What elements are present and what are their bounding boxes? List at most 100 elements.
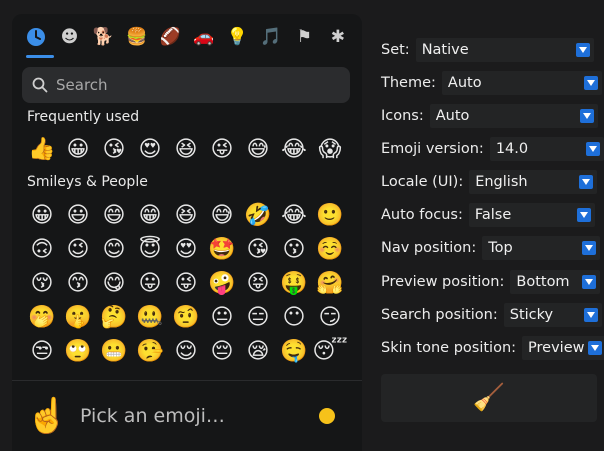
emoji-button[interactable]: 😘	[96, 133, 132, 167]
asterisk-icon: ✱	[330, 27, 346, 47]
nav-recent[interactable]	[24, 25, 48, 49]
emoji-button[interactable]: 😶	[276, 301, 312, 335]
select-value: Preview	[528, 340, 585, 356]
emoji-button[interactable]: 😑	[240, 301, 276, 335]
emoji-row: 😚 😙 😋 😛 😜 🤪 😝 🤑 🤗	[24, 267, 348, 301]
emoji-row: 😒 🙄 😬 🤥 😌 😔 😪 🤤 😴	[24, 335, 348, 369]
nav-objects[interactable]: 💡	[225, 25, 249, 49]
emoji-button[interactable]: 😂	[276, 133, 312, 167]
emoji-button[interactable]: 🤫	[60, 301, 96, 335]
setting-nav-position: Nav position: Top	[381, 236, 601, 260]
emoji-button[interactable]: 😆	[168, 199, 204, 233]
dropdown-arrow-icon	[579, 109, 594, 123]
emoji-button[interactable]: 😌	[168, 335, 204, 369]
emoji-button[interactable]: 😏	[312, 301, 348, 335]
setting-label: Locale (UI):	[381, 174, 464, 190]
nav-custom[interactable]: ✱	[326, 25, 350, 49]
skin-tone-button[interactable]	[319, 408, 335, 424]
nav-flags[interactable]: ⚑	[292, 25, 316, 49]
nav-travel[interactable]: 🚗	[192, 25, 216, 49]
emoji-button[interactable]: 🙃	[24, 233, 60, 267]
nav-symbols[interactable]: 🎵	[259, 25, 283, 49]
emoji-button[interactable]: 🤭	[24, 301, 60, 335]
auto-focus-select[interactable]: False	[468, 203, 595, 227]
emoji-button[interactable]: 😆	[168, 133, 204, 167]
set-select[interactable]: Native	[415, 38, 594, 62]
emoji-button[interactable]: 😬	[96, 335, 132, 369]
icons-select[interactable]: Auto	[429, 104, 598, 128]
emoji-version-select[interactable]: 14.0	[489, 137, 604, 161]
emoji-button[interactable]: 😗	[276, 233, 312, 267]
search-position-select[interactable]: Sticky	[503, 303, 602, 327]
setting-theme: Theme: Auto	[381, 71, 602, 95]
clock-icon	[27, 28, 45, 46]
section-title-frequent: Frequently used	[27, 109, 140, 125]
emoji-button[interactable]: 😜	[204, 133, 240, 167]
emoji-button[interactable]: 😛	[132, 267, 168, 301]
emoji-button[interactable]: 😐	[204, 301, 240, 335]
emoji-button[interactable]: 😍	[168, 233, 204, 267]
nav-food[interactable]: 🍔	[125, 25, 149, 49]
nav-smileys[interactable]: ☻	[58, 25, 82, 49]
flag-icon: ⚑	[296, 27, 312, 47]
setting-set: Set: Native	[381, 38, 594, 62]
setting-label: Theme:	[381, 75, 436, 91]
emoji-button[interactable]: 🤨	[168, 301, 204, 335]
emoji-button[interactable]: 😀	[60, 133, 96, 167]
nav-activities[interactable]: 🏈	[158, 25, 182, 49]
emoji-button[interactable]: 😝	[240, 267, 276, 301]
emoji-button[interactable]: 😁	[132, 199, 168, 233]
emoji-button[interactable]: 🤔	[96, 301, 132, 335]
emoji-button[interactable]: 🙄	[60, 335, 96, 369]
preview-position-select[interactable]: Bottom	[510, 270, 601, 294]
emoji-button[interactable]: 😪	[240, 335, 276, 369]
lightbulb-icon: 💡	[226, 27, 248, 47]
theme-select[interactable]: Auto	[441, 71, 602, 95]
emoji-button[interactable]: 🤐	[132, 301, 168, 335]
emoji-button[interactable]: 👍	[24, 133, 60, 167]
nav-animals[interactable]: 🐕	[91, 25, 115, 49]
emoji-button[interactable]: 😒	[24, 335, 60, 369]
emoji-button[interactable]: 🙂	[312, 199, 348, 233]
emoji-button[interactable]: 😀	[24, 199, 60, 233]
search-input[interactable]	[54, 70, 338, 100]
emoji-button[interactable]: 😃	[60, 199, 96, 233]
emoji-button[interactable]: 🤤	[276, 335, 312, 369]
clear-button[interactable]: 🧹	[381, 374, 597, 422]
emoji-button[interactable]: 🤥	[132, 335, 168, 369]
emoji-button[interactable]: 😄	[96, 199, 132, 233]
emoji-button[interactable]: 😅	[240, 133, 276, 167]
emoji-button[interactable]: 😍	[132, 133, 168, 167]
emoji-button[interactable]: 😴	[312, 335, 348, 369]
emoji-button[interactable]: 🤣	[240, 199, 276, 233]
emoji-button[interactable]: 😅	[204, 199, 240, 233]
emoji-button[interactable]: 😋	[96, 267, 132, 301]
emoji-button[interactable]: 😜	[168, 267, 204, 301]
emoji-button[interactable]: 🤑	[276, 267, 312, 301]
skin-tone-position-select[interactable]: Preview	[522, 336, 604, 360]
preview-bar: ☝️ Pick an emoji…	[12, 381, 362, 451]
emoji-button[interactable]: 🤪	[204, 267, 240, 301]
section-title-smileys: Smileys & People	[27, 174, 148, 190]
emoji-button[interactable]: 😙	[60, 267, 96, 301]
emoji-button[interactable]: 😂	[276, 199, 312, 233]
emoji-row: 👍 😀 😘 😍 😆 😜 😅 😂 😱	[24, 133, 348, 167]
dropdown-arrow-icon	[576, 208, 591, 222]
setting-icons: Icons: Auto	[381, 104, 598, 128]
emoji-row: 😀 😃 😄 😁 😆 😅 🤣 😂 🙂	[24, 199, 348, 233]
emoji-button[interactable]: 😉	[60, 233, 96, 267]
emoji-button[interactable]: 😘	[240, 233, 276, 267]
emoji-button[interactable]: 😔	[204, 335, 240, 369]
emoji-button[interactable]: 😊	[96, 233, 132, 267]
emoji-button[interactable]: 😚	[24, 267, 60, 301]
locale-select[interactable]: English	[469, 170, 598, 194]
setting-label: Set:	[381, 42, 410, 58]
emoji-button[interactable]: 🤩	[204, 233, 240, 267]
search-bar[interactable]	[22, 67, 350, 103]
emoji-button[interactable]: ☺️	[312, 233, 348, 267]
emoji-button[interactable]: 😱	[312, 133, 348, 167]
emoji-button[interactable]: 🤗	[312, 267, 348, 301]
nav-position-select[interactable]: Top	[482, 236, 601, 260]
burger-icon: 🍔	[126, 27, 148, 47]
emoji-button[interactable]: 😇	[132, 233, 168, 267]
